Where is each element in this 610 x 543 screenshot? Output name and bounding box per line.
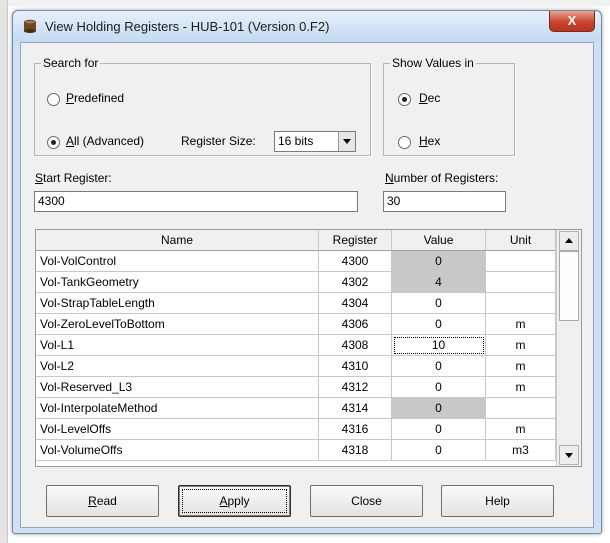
dec-radio[interactable] [398, 93, 411, 106]
cell-name: Vol-TankGeometry [36, 272, 319, 293]
dropdown-arrow[interactable] [338, 132, 355, 151]
column-header-value[interactable]: Value [392, 230, 486, 251]
cell-register: 4308 [319, 335, 392, 356]
cell-register: 4302 [319, 272, 392, 293]
cell-value: 4 [392, 272, 486, 293]
scroll-down-icon [565, 453, 573, 458]
all-advanced-label[interactable]: All (Advanced) [66, 134, 144, 148]
cell-value[interactable]: 0 [392, 377, 486, 398]
cell-value[interactable]: 0 [392, 314, 486, 335]
cell-unit: m [486, 377, 556, 398]
read-button[interactable]: Read [46, 485, 159, 517]
dialog-client-area: Search for Predefined All (Advanced) Reg… [20, 42, 594, 528]
table-row[interactable]: Vol-InterpolateMethod 4314 0 [36, 398, 581, 419]
column-header-register[interactable]: Register [319, 230, 392, 251]
search-for-legend: Search for [43, 56, 99, 70]
cell-name: Vol-LevelOffs [36, 419, 319, 440]
cell-unit [486, 398, 556, 419]
cell-value[interactable]: 0 [392, 356, 486, 377]
cell-unit: m [486, 314, 556, 335]
vertical-scrollbar[interactable] [556, 230, 581, 466]
table-row[interactable]: Vol-LevelOffs 4316 0 m [36, 419, 581, 440]
show-values-legend: Show Values in [392, 56, 474, 70]
register-size-value: 16 bits [278, 134, 314, 148]
hex-label[interactable]: Hex [419, 134, 440, 148]
cell-unit: m [486, 419, 556, 440]
table-row[interactable]: Vol-StrapTableLength 4304 0 [36, 293, 581, 314]
cell-register: 4316 [319, 419, 392, 440]
cell-unit [486, 251, 556, 272]
background-window-edge [0, 0, 610, 6]
hex-radio[interactable] [398, 136, 411, 149]
cell-value[interactable]: 0 [392, 440, 486, 461]
app-cylinder-icon [24, 19, 36, 33]
all-advanced-radio[interactable] [47, 136, 60, 149]
predefined-label[interactable]: Predefined [66, 91, 124, 105]
table-row[interactable]: Vol-L2 4310 0 m [36, 356, 581, 377]
registers-table: Name Register Value Unit Vol-VolControl 4… [35, 229, 582, 467]
cell-value: 0 [392, 251, 486, 272]
cell-unit: m [486, 356, 556, 377]
cell-register: 4300 [319, 251, 392, 272]
scroll-down-button[interactable] [559, 445, 579, 465]
number-of-registers-field[interactable] [383, 191, 506, 212]
cell-name: Vol-VolControl [36, 251, 319, 272]
cell-name: Vol-VolumeOffs [36, 440, 319, 461]
start-register-field[interactable] [34, 191, 358, 212]
cell-name: Vol-L1 [36, 335, 319, 356]
cell-name: Vol-ZeroLevelToBottom [36, 314, 319, 335]
help-button[interactable]: Help [441, 485, 554, 517]
scroll-thumb[interactable] [559, 251, 579, 321]
cell-register: 4312 [319, 377, 392, 398]
cell-unit [486, 293, 556, 314]
start-register-label: Start Register: [35, 171, 112, 185]
cell-register: 4306 [319, 314, 392, 335]
cell-value[interactable]: 0 [392, 419, 486, 440]
table-row[interactable]: Vol-Reserved_L3 4312 0 m [36, 377, 581, 398]
register-size-label: Register Size: [181, 134, 256, 148]
apply-button[interactable]: Apply [178, 485, 291, 517]
title-bar[interactable]: View Holding Registers - HUB-101 (Versio… [13, 11, 601, 42]
cell-value[interactable]: 0 [392, 293, 486, 314]
start-register-input[interactable] [38, 194, 328, 208]
table-row[interactable]: Vol-TankGeometry 4302 4 [36, 272, 581, 293]
window-title: View Holding Registers - HUB-101 (Versio… [45, 19, 330, 34]
scroll-up-icon [565, 238, 573, 243]
cell-unit: m3 [486, 440, 556, 461]
scroll-up-button[interactable] [559, 231, 579, 251]
number-of-registers-input[interactable] [387, 194, 496, 208]
cell-value[interactable]: 10 [392, 335, 486, 356]
number-of-registers-label: Number of Registers: [385, 171, 499, 185]
close-button[interactable]: Close [310, 485, 423, 517]
cell-name: Vol-StrapTableLength [36, 293, 319, 314]
background-window-edge-left [0, 0, 8, 543]
cell-register: 4314 [319, 398, 392, 419]
cell-register: 4310 [319, 356, 392, 377]
table-row[interactable]: Vol-VolControl 4300 0 [36, 251, 581, 272]
cell-name: Vol-Reserved_L3 [36, 377, 319, 398]
chevron-down-icon [343, 139, 351, 144]
cell-unit: m [486, 335, 556, 356]
register-size-select[interactable]: 16 bits [274, 131, 356, 152]
close-window-button[interactable]: X [549, 11, 595, 32]
dialog-window: View Holding Registers - HUB-101 (Versio… [12, 10, 602, 534]
dec-label[interactable]: Dec [419, 91, 440, 105]
cell-name: Vol-InterpolateMethod [36, 398, 319, 419]
cell-name: Vol-L2 [36, 356, 319, 377]
column-header-unit[interactable]: Unit [486, 230, 556, 251]
focus-indicator [182, 489, 287, 513]
cell-register: 4318 [319, 440, 392, 461]
column-header-name[interactable]: Name [36, 230, 319, 251]
close-icon: X [567, 13, 577, 28]
cell-register: 4304 [319, 293, 392, 314]
cell-value: 0 [392, 398, 486, 419]
table-row[interactable]: Vol-ZeroLevelToBottom 4306 0 m [36, 314, 581, 335]
table-row[interactable]: Vol-VolumeOffs 4318 0 m3 [36, 440, 581, 461]
predefined-radio[interactable] [47, 93, 60, 106]
table-row[interactable]: Vol-L1 4308 10 m [36, 335, 581, 356]
cell-unit [486, 272, 556, 293]
